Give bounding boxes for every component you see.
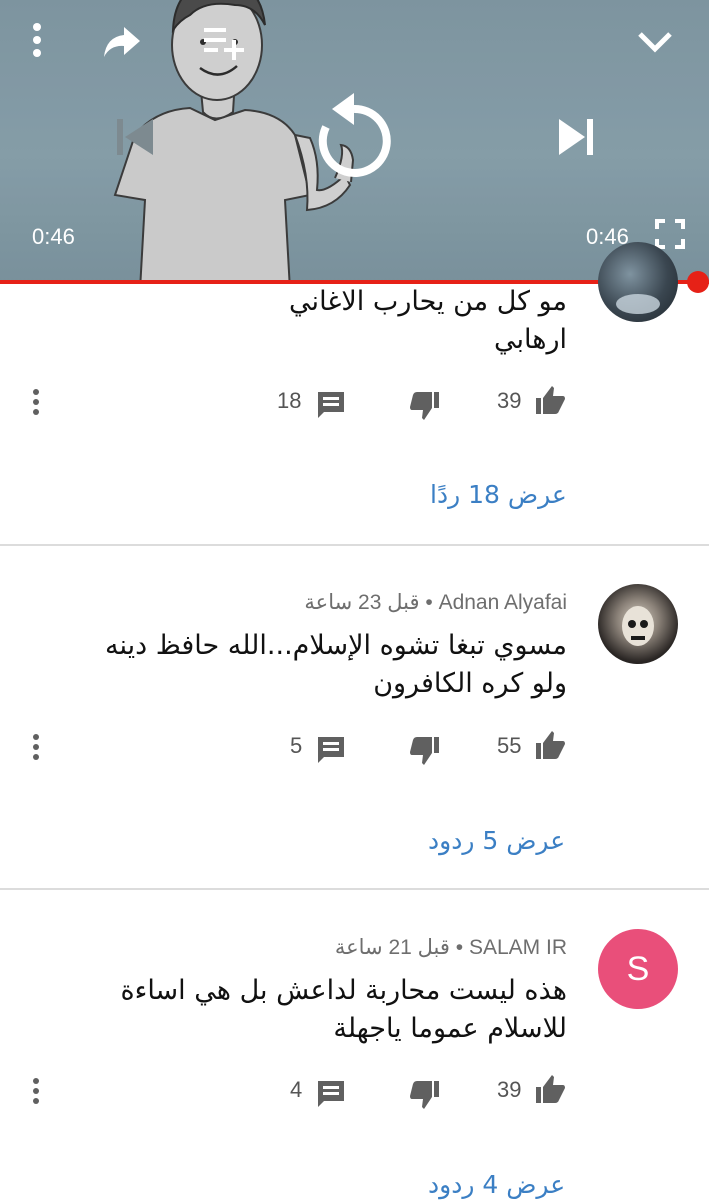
view-replies-link[interactable]: عرض 18 ردًا xyxy=(430,480,567,509)
share-icon[interactable] xyxy=(100,22,144,62)
video-player[interactable]: 0:46 0:46 xyxy=(0,0,709,283)
view-replies-link[interactable]: عرض 4 ردود xyxy=(428,1170,565,1199)
comment-meta: SALAM IR • قبل 21 ساعة xyxy=(335,935,567,960)
reply-count: 5 xyxy=(290,733,303,758)
minimize-chevron-icon[interactable] xyxy=(630,22,680,62)
like-count: 55 xyxy=(497,733,522,758)
like-count: 39 xyxy=(497,388,522,413)
reply-comment-icon[interactable] xyxy=(316,735,346,765)
like-icon[interactable] xyxy=(535,1073,567,1105)
reply-count: 18 xyxy=(277,388,302,413)
divider xyxy=(0,544,709,546)
more-vert-icon[interactable] xyxy=(26,382,46,422)
dislike-icon[interactable] xyxy=(408,390,440,422)
more-vert-icon[interactable] xyxy=(22,20,52,60)
comment-actions: 5 55 xyxy=(0,727,709,767)
comment-line: للاسلام عموما ياجهلة xyxy=(333,1013,567,1044)
comment-actions: 4 39 xyxy=(0,1071,709,1111)
like-count: 39 xyxy=(497,1077,522,1102)
avatar[interactable] xyxy=(598,242,678,322)
reply-comment-icon[interactable] xyxy=(316,390,346,420)
comment-line: مسوي تبغا تشوه الإسلام...الله حافظ دينه xyxy=(104,630,567,661)
dislike-icon[interactable] xyxy=(408,735,440,767)
comment-timestamp: قبل 21 ساعة xyxy=(334,936,450,959)
author-name[interactable]: Adnan Alyafai xyxy=(439,591,567,614)
dislike-icon[interactable] xyxy=(408,1079,440,1111)
view-replies-link[interactable]: عرض 5 ردود xyxy=(428,826,565,855)
divider xyxy=(0,888,709,890)
reply-count: 4 xyxy=(290,1077,303,1102)
avatar[interactable]: S xyxy=(598,929,678,1009)
meta-separator: • xyxy=(425,591,433,614)
comment-text: مو كل من يحارب الاغاني ارهابي xyxy=(47,283,567,359)
comment-line: مو كل من يحارب الاغاني xyxy=(289,286,567,317)
previous-icon[interactable] xyxy=(110,112,158,162)
add-to-playlist-icon[interactable] xyxy=(200,22,248,62)
comment-text: هذه ليست محاربة لداعش بل هي اساءة للاسلا… xyxy=(47,972,567,1048)
comment-meta: Adnan Alyafai • قبل 23 ساعة xyxy=(304,590,567,615)
comment-text: مسوي تبغا تشوه الإسلام...الله حافظ دينه … xyxy=(47,627,567,703)
like-icon[interactable] xyxy=(535,729,567,761)
reply-comment-icon[interactable] xyxy=(316,1079,346,1109)
meta-separator: • xyxy=(455,936,464,959)
like-icon[interactable] xyxy=(535,384,567,416)
next-icon[interactable] xyxy=(552,112,600,162)
comment-line: ولو كره الكافرون xyxy=(373,668,567,699)
avatar[interactable] xyxy=(598,584,678,664)
scrub-handle[interactable] xyxy=(687,271,709,293)
comment-timestamp: قبل 23 ساعة xyxy=(304,591,420,614)
more-vert-icon[interactable] xyxy=(26,1071,46,1111)
comment-line: هذه ليست محاربة لداعش بل هي اساءة xyxy=(120,975,567,1006)
replay-icon[interactable] xyxy=(312,88,396,180)
comment-actions: 18 39 xyxy=(0,382,709,422)
comment-line: ارهابي xyxy=(493,324,567,355)
avatar-letter: S xyxy=(626,949,650,988)
elapsed-time: 0:46 xyxy=(32,224,75,249)
more-vert-icon[interactable] xyxy=(26,727,46,767)
author-name[interactable]: SALAM IR xyxy=(469,936,567,959)
